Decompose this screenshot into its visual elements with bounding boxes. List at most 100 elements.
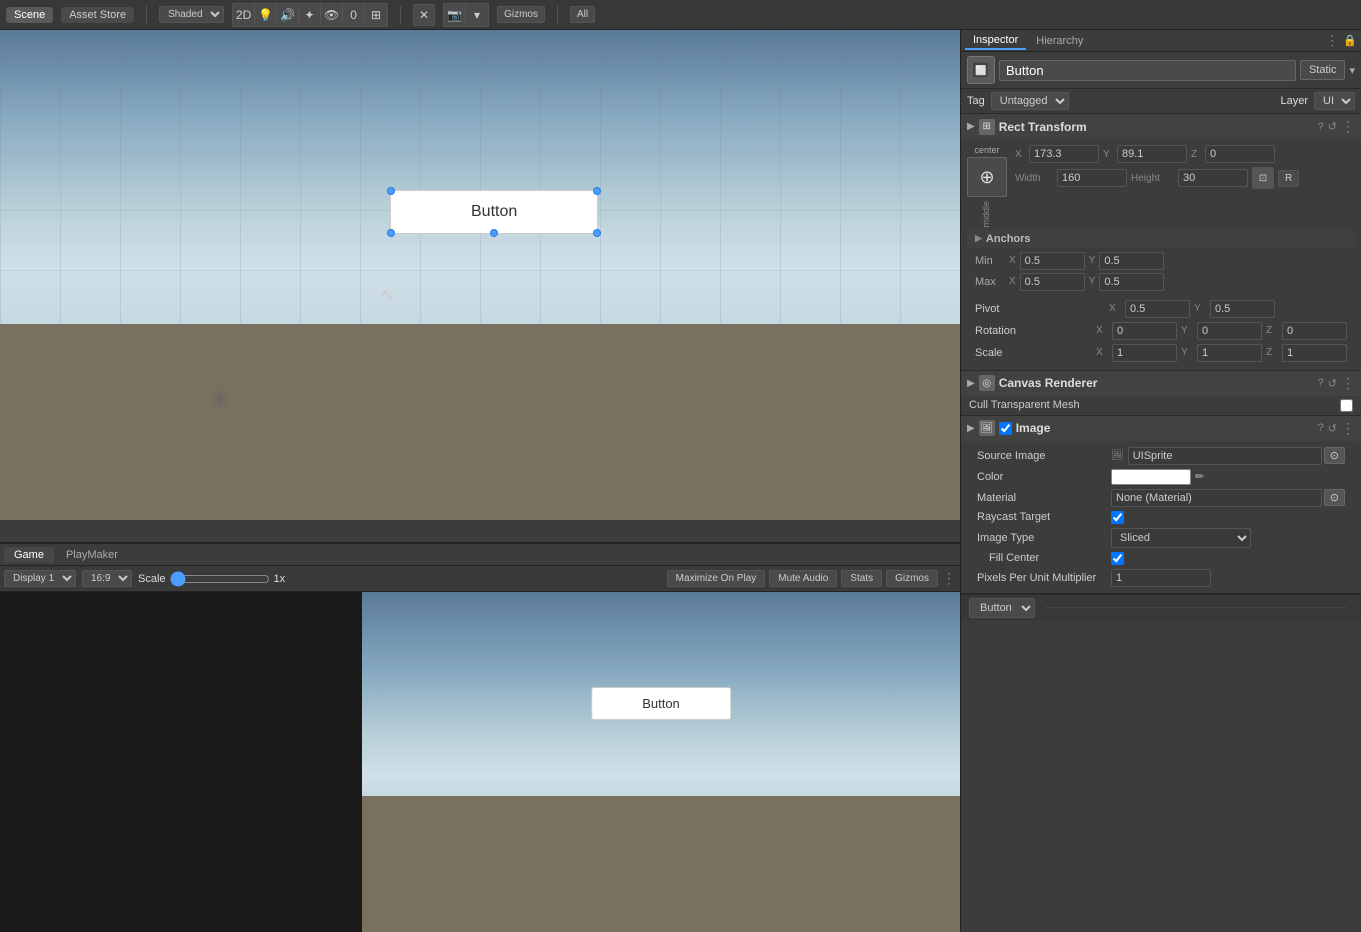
- anchor-maxx-input[interactable]: [1020, 273, 1085, 291]
- maximize-on-play-btn[interactable]: Maximize On Play: [667, 570, 766, 587]
- anchor-miny-input[interactable]: [1099, 252, 1164, 270]
- color-preview[interactable]: [1111, 469, 1191, 485]
- anchor-maxy-input[interactable]: [1099, 273, 1164, 291]
- handle-tl[interactable]: [387, 187, 395, 195]
- aspect-select[interactable]: 16:9: [82, 570, 132, 587]
- scale-z-input[interactable]: [1282, 344, 1347, 362]
- camera-arrow[interactable]: ▾: [466, 4, 488, 26]
- rect-transform-header[interactable]: ▶ ⊞ Rect Transform ? ↺ ⋮: [961, 114, 1361, 139]
- pixels-input[interactable]: [1111, 569, 1211, 587]
- left-panel: Button ↖ ✳ Game PlayMaker: [0, 30, 960, 932]
- playmaker-tab[interactable]: PlayMaker: [56, 547, 128, 563]
- rt-wh-row: Width Height ⊡ R: [1015, 167, 1355, 189]
- img-reset[interactable]: ↺: [1328, 422, 1337, 435]
- button-component-select[interactable]: Button: [969, 598, 1035, 618]
- img-more[interactable]: ⋮: [1341, 420, 1355, 437]
- search-btn[interactable]: All: [570, 6, 595, 23]
- scale-y-input[interactable]: [1197, 344, 1262, 362]
- img-enabled-checkbox[interactable]: [999, 422, 1012, 435]
- anchor-min-row: Min X Y: [975, 252, 1347, 270]
- hidden-button[interactable]: 👁: [321, 4, 343, 26]
- scene-button[interactable]: Button: [390, 190, 598, 234]
- source-image-picker[interactable]: ⊙: [1324, 447, 1345, 464]
- material-row: Material ⊙: [969, 487, 1353, 509]
- rt-help[interactable]: ?: [1318, 121, 1324, 133]
- pivot-y-label: Y: [1194, 303, 1206, 314]
- inspector-tab[interactable]: Inspector: [965, 32, 1026, 50]
- fill-center-checkbox[interactable]: [1111, 552, 1124, 565]
- gizmos-btn[interactable]: Gizmos: [497, 6, 545, 23]
- scene-viewport[interactable]: Button ↖ ✳: [0, 30, 960, 520]
- raycast-checkbox[interactable]: [1111, 511, 1124, 524]
- handle-bm[interactable]: [490, 229, 498, 237]
- asset-store-tab[interactable]: Asset Store: [61, 7, 134, 23]
- rt-anchor-preset-btn[interactable]: ⊕: [967, 157, 1007, 197]
- tag-select[interactable]: Untagged: [991, 92, 1069, 110]
- shading-select[interactable]: Shaded: [159, 6, 224, 23]
- color-picker-btn[interactable]: ✏: [1195, 470, 1204, 483]
- rt-posy-input[interactable]: [1117, 145, 1187, 163]
- hierarchy-tab[interactable]: Hierarchy: [1028, 33, 1091, 49]
- inspector-lock-btn[interactable]: 🔒: [1343, 34, 1357, 47]
- button-sep: [1047, 607, 1345, 608]
- rot-y-input[interactable]: [1197, 322, 1262, 340]
- cr-help[interactable]: ?: [1318, 377, 1324, 389]
- pivot-y-input[interactable]: [1210, 300, 1275, 318]
- tag-label: Tag: [967, 95, 985, 107]
- light-button[interactable]: 💡: [255, 4, 277, 26]
- anchor-minx-input[interactable]: [1020, 252, 1085, 270]
- image-header[interactable]: ▶ 🖼 Image ? ↺ ⋮: [961, 416, 1361, 441]
- game-tab[interactable]: Game: [4, 547, 54, 563]
- image-type-select[interactable]: Sliced: [1111, 528, 1251, 548]
- source-image-input[interactable]: [1128, 447, 1322, 465]
- handle-bl[interactable]: [387, 229, 395, 237]
- cr-more[interactable]: ⋮: [1341, 375, 1355, 392]
- counter-button[interactable]: 0: [343, 4, 365, 26]
- gizmos-game-btn[interactable]: Gizmos: [886, 570, 938, 587]
- anchors-title: Anchors: [986, 233, 1031, 245]
- material-picker[interactable]: ⊙: [1324, 489, 1345, 506]
- 2d-button[interactable]: 2D: [233, 4, 255, 26]
- rot-z-input[interactable]: [1282, 322, 1347, 340]
- rt-more[interactable]: ⋮: [1341, 118, 1355, 135]
- image-type-label: Image Type: [977, 532, 1107, 544]
- rt-constrain-btn[interactable]: ⊡: [1252, 167, 1274, 189]
- material-input[interactable]: [1111, 489, 1322, 507]
- static-button[interactable]: Static: [1300, 60, 1346, 80]
- scene-tab[interactable]: Scene: [6, 7, 53, 23]
- layer-select[interactable]: UI: [1314, 92, 1355, 110]
- rt-posx-input[interactable]: [1029, 145, 1099, 163]
- stats-btn[interactable]: Stats: [841, 570, 882, 587]
- cr-reset[interactable]: ↺: [1328, 377, 1337, 390]
- game-button[interactable]: Button: [591, 687, 731, 720]
- game-toolbar-more[interactable]: ⋮: [942, 570, 956, 587]
- close-scene-btn[interactable]: ✕: [413, 4, 435, 26]
- effect-button[interactable]: ✦: [299, 4, 321, 26]
- rt-height-input[interactable]: [1178, 169, 1248, 187]
- inspector-more-btn[interactable]: ⋮: [1325, 32, 1339, 49]
- scale-x-input[interactable]: [1112, 344, 1177, 362]
- rot-x-input[interactable]: [1112, 322, 1177, 340]
- raycast-row: Raycast Target: [969, 509, 1353, 526]
- mute-audio-btn[interactable]: Mute Audio: [769, 570, 837, 587]
- img-toggle-arrow: ▶: [967, 423, 975, 434]
- static-arrow[interactable]: ▾: [1349, 64, 1355, 77]
- rt-reset[interactable]: ↺: [1328, 120, 1337, 133]
- button-component-bar: Button: [961, 594, 1361, 621]
- camera-btn[interactable]: 📷: [444, 4, 466, 26]
- scale-slider[interactable]: [170, 571, 270, 587]
- audio-button[interactable]: 🔊: [277, 4, 299, 26]
- rt-posy-field: Y: [1103, 145, 1187, 163]
- display-select[interactable]: Display 1: [4, 570, 76, 587]
- pivot-x-input[interactable]: [1125, 300, 1190, 318]
- rt-posz-input[interactable]: [1205, 145, 1275, 163]
- rect-transform-body: center ⊕ middle X Y: [961, 139, 1361, 370]
- grid-button[interactable]: ⊞: [365, 4, 387, 26]
- img-help[interactable]: ?: [1318, 422, 1324, 434]
- canvas-renderer-header[interactable]: ▶ ◎ Canvas Renderer ? ↺ ⋮: [961, 371, 1361, 396]
- object-name-input[interactable]: [999, 60, 1296, 81]
- image-body: Source Image 🖼 ⊙ Color ✏: [961, 441, 1361, 593]
- rt-r-btn[interactable]: R: [1278, 170, 1299, 187]
- rt-width-input[interactable]: [1057, 169, 1127, 187]
- cull-checkbox[interactable]: [1340, 399, 1353, 412]
